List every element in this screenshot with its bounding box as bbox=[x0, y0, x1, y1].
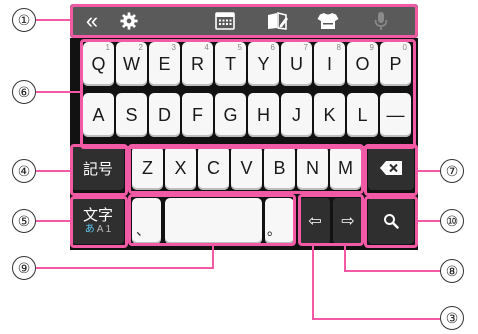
highlight-cursor-keys bbox=[298, 194, 364, 246]
callout-9: ⑨ bbox=[12, 256, 36, 280]
highlight-search-key bbox=[364, 196, 418, 248]
leader-line-3-horizontal bbox=[312, 318, 440, 320]
callout-5: ⑤ bbox=[12, 209, 36, 233]
callout-1: ① bbox=[12, 8, 36, 32]
leader-line-8-vertical bbox=[344, 246, 346, 272]
callout-7: ⑦ bbox=[440, 159, 464, 183]
leader-line-8-horizontal bbox=[344, 270, 440, 272]
highlight-backspace-key bbox=[364, 144, 418, 196]
callout-3: ③ bbox=[440, 306, 464, 330]
highlight-mode-key bbox=[70, 196, 128, 248]
leader-line-9-horizontal bbox=[36, 267, 214, 269]
callout-6: ⑥ bbox=[12, 80, 36, 104]
leader-line-5 bbox=[36, 220, 70, 222]
highlight-space-row bbox=[128, 194, 296, 246]
leader-line-4 bbox=[36, 170, 70, 172]
callout-4: ④ bbox=[12, 159, 36, 183]
leader-line-3-vertical bbox=[312, 246, 314, 320]
leader-line-1 bbox=[36, 19, 70, 21]
callout-8: ⑧ bbox=[440, 259, 464, 283]
leader-line-6 bbox=[36, 91, 80, 93]
highlight-symbol-key bbox=[70, 144, 128, 196]
highlight-toolbar bbox=[70, 4, 418, 38]
leader-line-10 bbox=[418, 220, 440, 222]
callout-10: ⑩ bbox=[440, 209, 464, 233]
highlight-row3-keys bbox=[128, 144, 364, 194]
leader-line-9-vertical bbox=[212, 246, 214, 268]
highlight-alphabet-keys bbox=[80, 39, 416, 149]
leader-line-7 bbox=[418, 170, 440, 172]
